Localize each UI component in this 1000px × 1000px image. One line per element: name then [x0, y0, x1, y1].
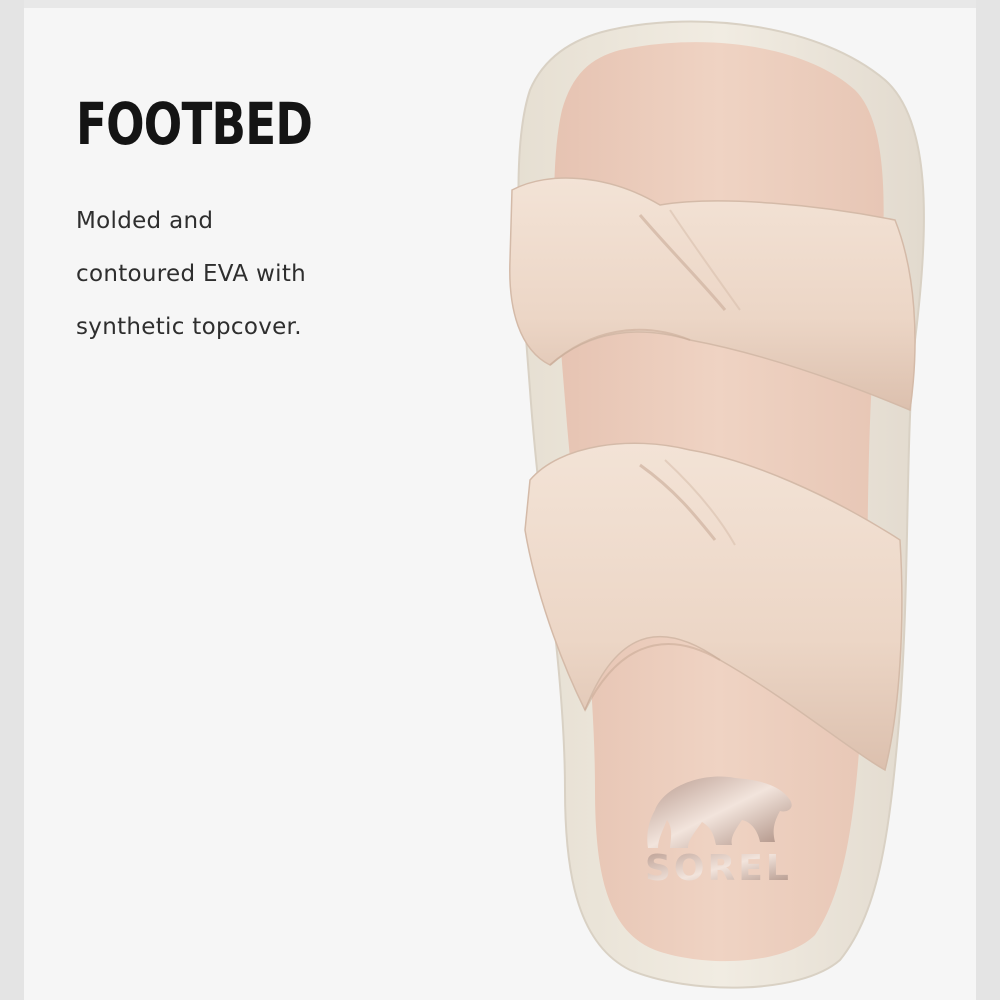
feature-description: Molded and contoured EVA with synthetic … — [76, 195, 376, 354]
sorel-wordmark: SOREL — [645, 848, 792, 889]
sandal-product-image: SOREL — [509, 20, 925, 989]
top-frame-edge — [0, 0, 1000, 8]
right-frame-edge — [976, 0, 1000, 1000]
feature-title: FOOTBED — [76, 90, 313, 158]
description-line-3: synthetic topcover. — [76, 314, 302, 340]
description-line-2: contoured EVA with — [76, 261, 307, 287]
left-frame-edge — [0, 0, 24, 1000]
description-line-1: Molded and — [76, 208, 214, 234]
